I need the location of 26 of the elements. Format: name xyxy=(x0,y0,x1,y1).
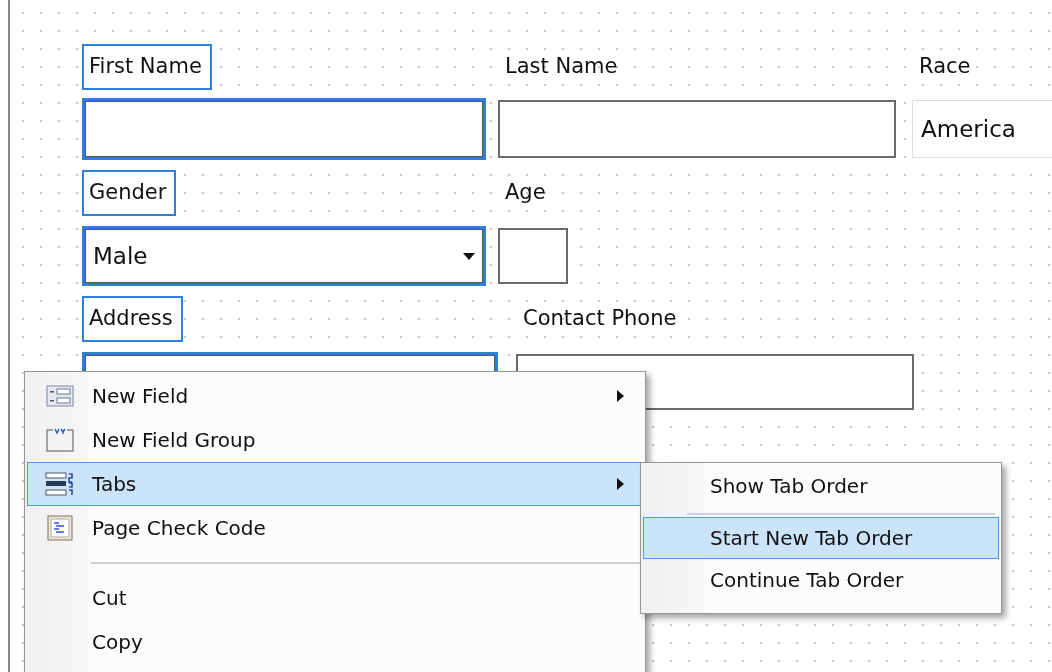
menu-item[interactable]: New Field Group xyxy=(27,418,643,462)
menu-item[interactable]: Page Check Code xyxy=(27,506,643,550)
dropdown-field[interactable]: America xyxy=(912,100,1052,158)
dropdown-field[interactable]: Male xyxy=(82,226,486,286)
tab-order-icon xyxy=(45,471,75,497)
field-label: Contact Phone xyxy=(522,305,678,332)
menu-item[interactable]: Cut xyxy=(27,576,643,620)
field-label: Age xyxy=(504,179,547,206)
caret-icon xyxy=(463,252,475,260)
field-label: Gender xyxy=(82,170,177,216)
code-page-icon xyxy=(47,515,73,541)
menu-item[interactable]: Tabs xyxy=(27,462,643,506)
menu-item[interactable]: Copy xyxy=(27,620,643,664)
field-label: Last Name xyxy=(504,53,619,80)
menu-item[interactable]: Show Tab Order xyxy=(643,465,999,507)
input-field[interactable] xyxy=(498,228,568,284)
field-list-icon xyxy=(46,385,74,407)
field-label: Address xyxy=(82,296,183,342)
menu-item[interactable]: New Field xyxy=(27,374,643,418)
menu-item[interactable]: Start New Tab Order xyxy=(643,517,999,559)
field-label: Race xyxy=(918,53,972,80)
field-group-icon xyxy=(45,427,75,453)
input-field[interactable] xyxy=(498,100,896,158)
input-field[interactable] xyxy=(82,98,486,160)
field-label: First Name xyxy=(82,44,212,90)
menu-item[interactable]: Continue Tab Order xyxy=(643,559,999,601)
